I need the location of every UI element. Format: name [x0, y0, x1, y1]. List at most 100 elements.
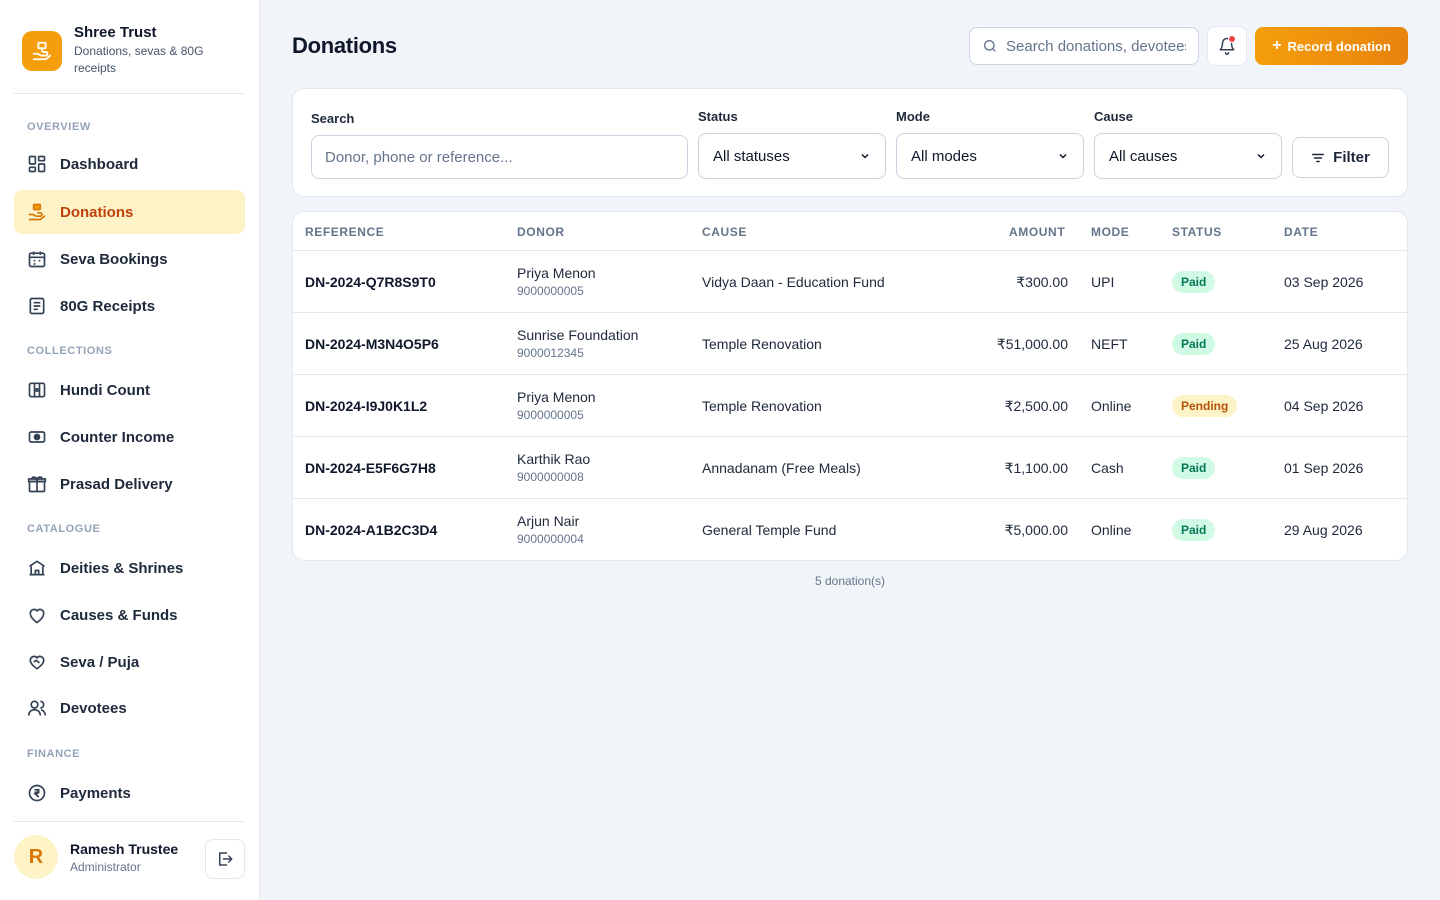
- donor-name: Priya Menon: [517, 389, 596, 405]
- table-row[interactable]: DN-2024-I9J0K1L2 Priya Menon 9000000005 …: [293, 375, 1407, 437]
- sidebar-item-label: Seva Bookings: [60, 250, 168, 268]
- reference-cell: DN-2024-Q7R8S9T0: [305, 274, 436, 290]
- donor-phone: 9000012345: [517, 346, 584, 360]
- donor-phone: 9000000004: [517, 532, 584, 546]
- mode-select[interactable]: All modes: [896, 133, 1084, 179]
- reference-cell: DN-2024-E5F6G7H8: [305, 460, 436, 476]
- column-header-mode: MODE: [1091, 225, 1130, 239]
- sidebar-item-dashboard[interactable]: Dashboard: [14, 142, 245, 186]
- chevron-down-icon: [861, 153, 869, 159]
- global-search-input[interactable]: [1006, 37, 1186, 55]
- mode-label: Mode: [896, 109, 930, 124]
- search-icon: [984, 40, 996, 52]
- sidebar-item-label: Seva / Puja: [60, 653, 140, 671]
- search-label: Search: [311, 111, 355, 126]
- status-select[interactable]: All statuses: [698, 133, 886, 179]
- record-donation-button[interactable]: + Record donation: [1255, 27, 1408, 65]
- status-badge: Paid: [1172, 271, 1216, 293]
- divider: [14, 93, 244, 94]
- date-cell: 04 Sep 2026: [1284, 398, 1364, 414]
- sidebar-item-80g-receipts[interactable]: 80G Receipts: [14, 284, 245, 328]
- sidebar-item-label: Hundi Count: [60, 381, 150, 399]
- sidebar-item-label: Prasad Delivery: [60, 475, 173, 493]
- donor-cell: Sunrise Foundation 9000012345: [517, 327, 638, 360]
- chevron-down-icon: [1059, 153, 1067, 159]
- donor-name: Arjun Nair: [517, 513, 580, 529]
- sidebar-item-payments[interactable]: Payments: [14, 771, 245, 815]
- mode-cell: Online: [1091, 398, 1132, 414]
- sidebar-item-label: Causes & Funds: [60, 606, 178, 624]
- column-header-amount: AMOUNT: [1009, 225, 1066, 239]
- donor-cell: Karthik Rao 9000000008: [517, 451, 590, 484]
- sidebar: Shree Trust Donations, sevas & 80G recei…: [0, 0, 260, 900]
- donor-phone: 9000000005: [517, 284, 584, 298]
- status-label: Status: [698, 109, 738, 124]
- donor-cell: Priya Menon 9000000005: [517, 389, 596, 422]
- avatar: R: [14, 835, 58, 879]
- notification-dot: [1228, 35, 1236, 43]
- cause-cell: Temple Renovation: [702, 398, 822, 414]
- notifications-button[interactable]: [1207, 26, 1247, 66]
- sidebar-item-label: Dashboard: [60, 155, 139, 173]
- amount-cell: ₹1,100.00: [1004, 460, 1068, 476]
- filter-button-label: Filter: [1333, 149, 1370, 166]
- status-badge: Paid: [1172, 519, 1216, 541]
- sidebar-item-seva-bookings[interactable]: Seva Bookings: [14, 237, 245, 281]
- global-search[interactable]: [969, 27, 1199, 65]
- cause-cell: General Temple Fund: [702, 522, 837, 538]
- status-select-value: All statuses: [713, 147, 790, 165]
- donor-name: Priya Menon: [517, 265, 596, 281]
- record-donation-label: Record donation: [1287, 38, 1391, 54]
- sidebar-item-donations[interactable]: Donations: [14, 190, 245, 234]
- date-cell: 29 Aug 2026: [1284, 522, 1363, 538]
- cause-cell: Vidya Daan - Education Fund: [702, 274, 885, 290]
- sidebar-item-hundi-count[interactable]: Hundi Count: [14, 368, 245, 412]
- table-row[interactable]: DN-2024-Q7R8S9T0 Priya Menon 9000000005 …: [293, 251, 1407, 313]
- mode-cell: Online: [1091, 522, 1132, 538]
- calendar-icon: [28, 251, 46, 268]
- sidebar-item-causes-funds[interactable]: Causes & Funds: [14, 593, 245, 637]
- sidebar-item-label: Deities & Shrines: [60, 559, 184, 577]
- sidebar-item-prasad-delivery[interactable]: Prasad Delivery: [14, 462, 245, 506]
- table-row[interactable]: DN-2024-A1B2C3D4 Arjun Nair 9000000004 G…: [293, 499, 1407, 560]
- sidebar-item-label: 80G Receipts: [60, 297, 156, 315]
- cause-select-value: All causes: [1109, 147, 1178, 165]
- date-cell: 03 Sep 2026: [1284, 274, 1364, 290]
- amount-cell: ₹51,000.00: [996, 336, 1068, 352]
- reference-cell: DN-2024-I9J0K1L2: [305, 398, 428, 414]
- date-cell: 25 Aug 2026: [1284, 336, 1363, 352]
- rupee-coin-icon: [28, 784, 46, 802]
- user-name: Ramesh Trustee: [70, 840, 179, 857]
- section-finance: FINANCE: [27, 748, 81, 760]
- cause-select[interactable]: All causes: [1094, 133, 1282, 179]
- chevron-down-icon: [1257, 153, 1265, 159]
- sidebar-item-devotees[interactable]: Devotees: [14, 686, 245, 730]
- temple-icon: [29, 560, 45, 576]
- reference-cell: DN-2024-M3N4O5P6: [305, 336, 439, 352]
- amount-cell: ₹300.00: [1016, 274, 1068, 290]
- donor-cell: Priya Menon 9000000005: [517, 265, 596, 298]
- sidebar-item-label: Payments: [60, 784, 131, 802]
- date-cell: 01 Sep 2026: [1284, 460, 1364, 476]
- cause-label: Cause: [1094, 109, 1134, 124]
- sidebar-item-seva-puja[interactable]: Seva / Puja: [14, 640, 245, 684]
- reference-cell: DN-2024-A1B2C3D4: [305, 522, 438, 538]
- table-row[interactable]: DN-2024-E5F6G7H8 Karthik Rao 9000000008 …: [293, 437, 1407, 499]
- page-title: Donations: [292, 33, 397, 58]
- donor-phone: 9000000005: [517, 408, 584, 422]
- cause-cell: Temple Renovation: [702, 336, 822, 352]
- donor-phone: 9000000008: [517, 470, 584, 484]
- table-row[interactable]: DN-2024-M3N4O5P6 Sunrise Foundation 9000…: [293, 313, 1407, 375]
- hand-heart-icon: [29, 655, 45, 670]
- filter-button[interactable]: Filter: [1292, 137, 1389, 178]
- column-header-donor: DONOR: [517, 225, 565, 239]
- column-header-reference: REFERENCE: [305, 225, 385, 239]
- donor-search-input[interactable]: [311, 135, 688, 179]
- divider: [14, 821, 244, 822]
- gift-icon: [27, 476, 47, 493]
- sidebar-item-counter-income[interactable]: Counter Income: [14, 415, 245, 459]
- logout-button[interactable]: [205, 839, 245, 879]
- sidebar-item-deities-shrines[interactable]: Deities & Shrines: [14, 546, 245, 590]
- dashboard-icon: [28, 155, 46, 173]
- user-profile: R Ramesh Trustee Administrator: [14, 835, 245, 879]
